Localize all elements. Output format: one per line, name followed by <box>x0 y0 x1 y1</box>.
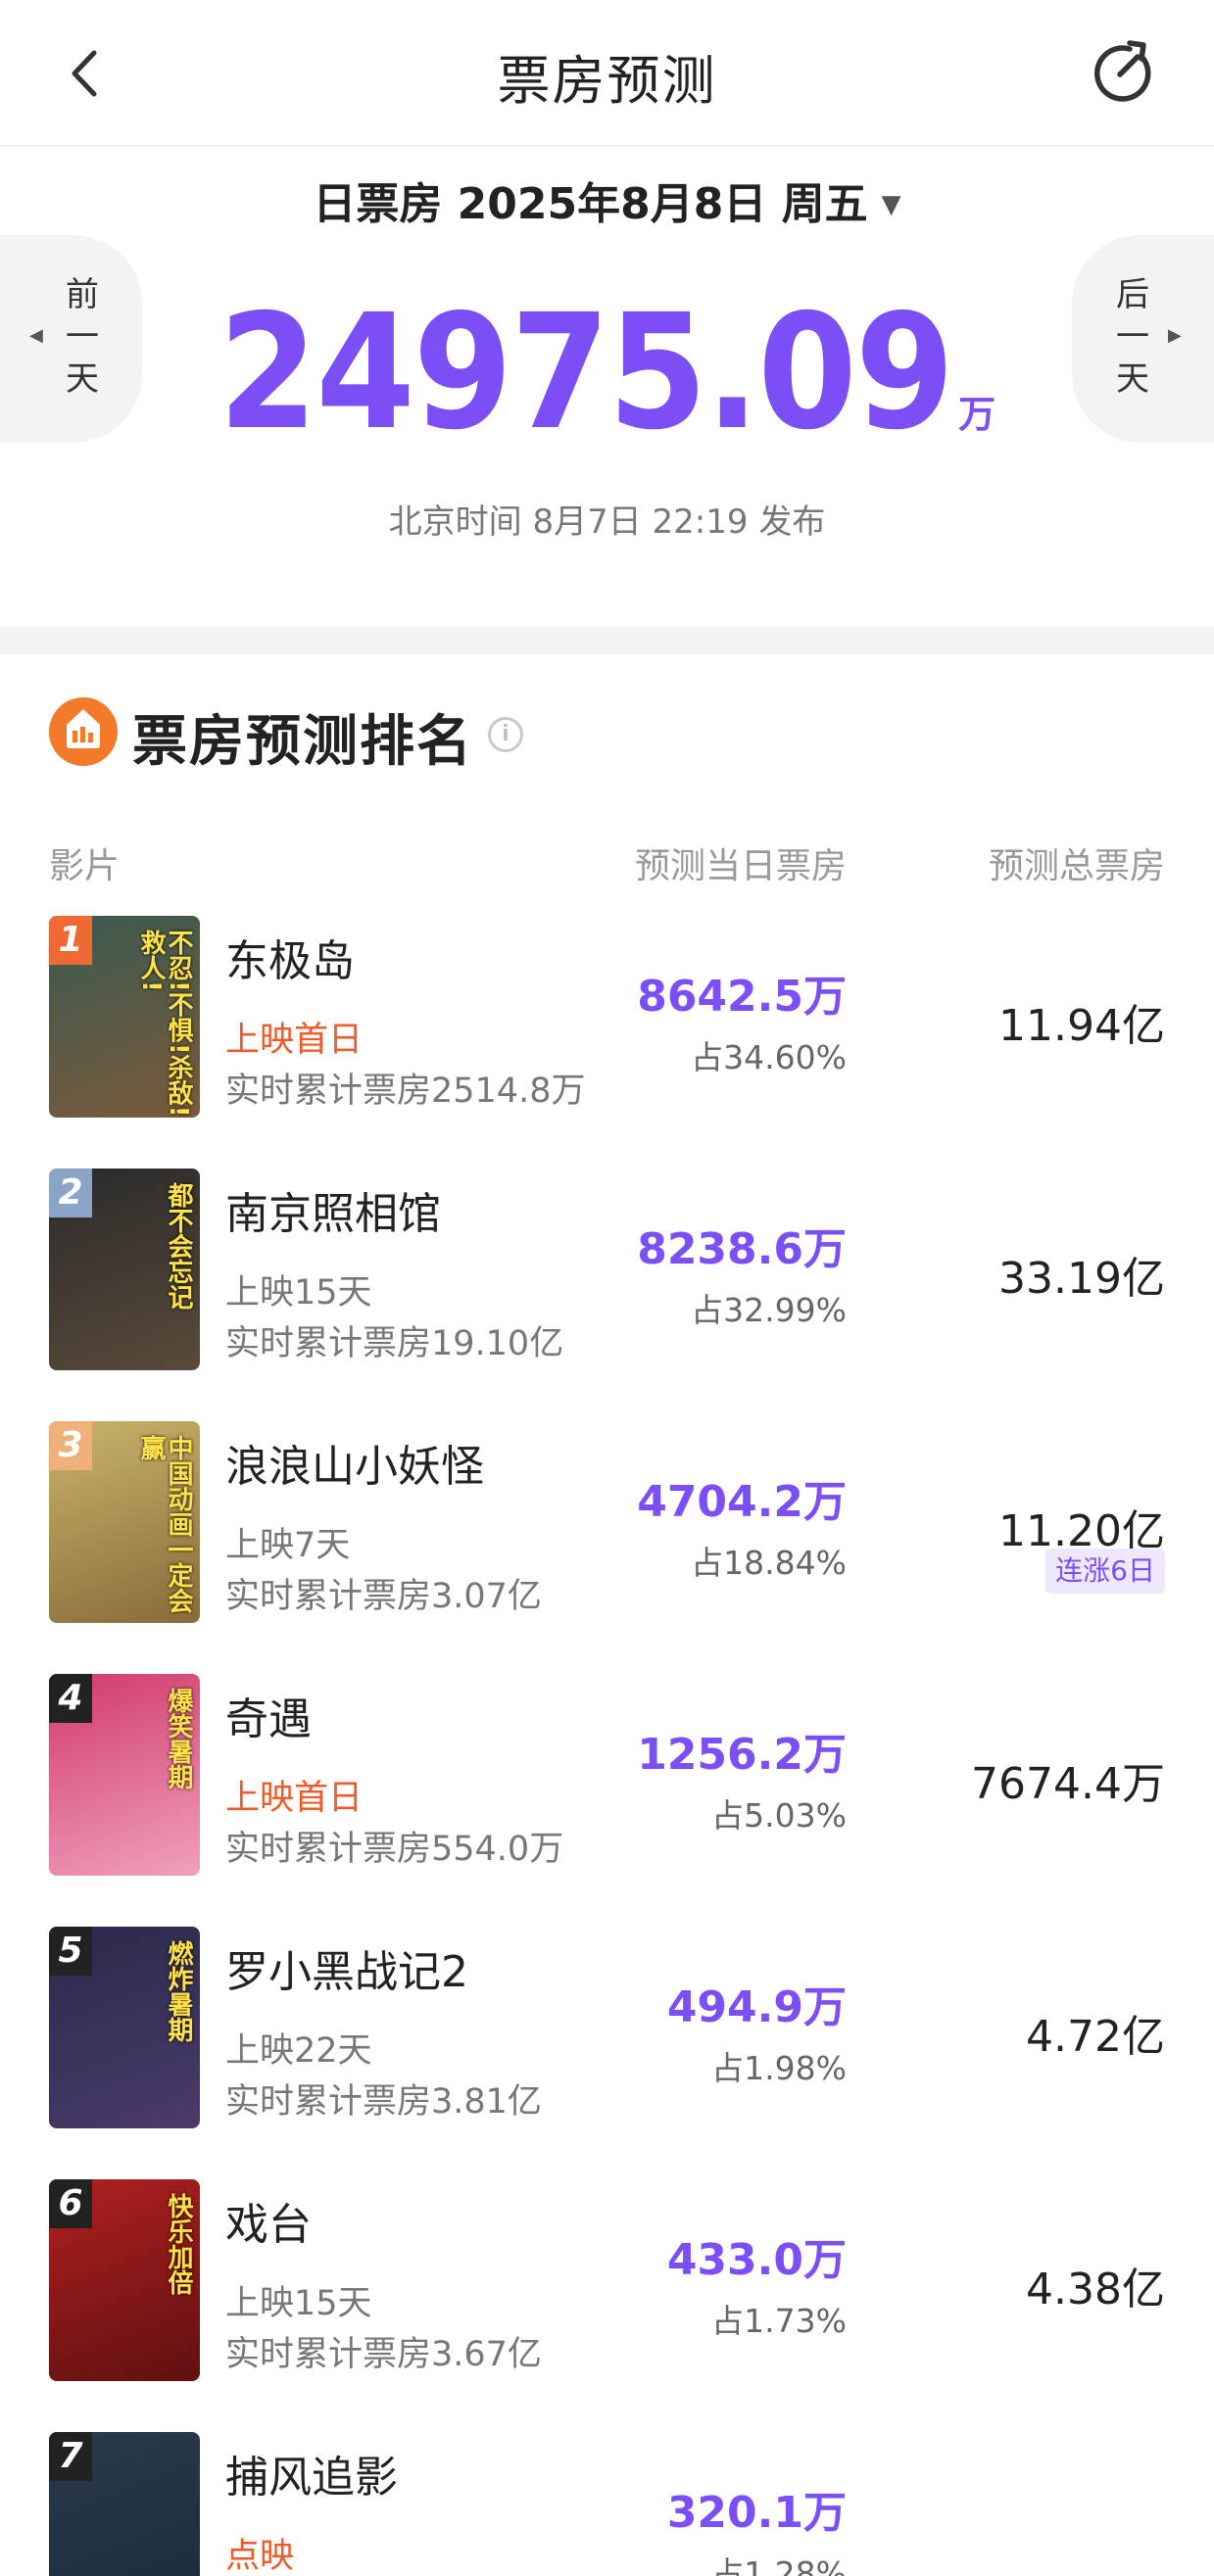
caret-down-icon: ▼ <box>881 190 901 219</box>
film-name: 捕风追影 <box>225 2453 398 2503</box>
release-status: 点映 <box>225 2537 295 2576</box>
film-name: 南京照相馆 <box>225 1189 441 1239</box>
cumulative-box-office: 实时累计票房554.0万 <box>225 1830 564 1869</box>
streak-badge: 连涨6日 <box>1045 1549 1165 1594</box>
movie-poster[interactable]: 中国动画一定会赢 3 <box>49 1421 200 1623</box>
forecast-share: 占1.98% <box>711 2049 847 2087</box>
poster-tagline: 燃炸暑期 <box>164 1940 193 2042</box>
total-forecast-unit: 万 <box>958 393 996 436</box>
forecast-day-box: 433.0万 <box>666 2235 847 2285</box>
cumulative-box-office: 实时累计票房3.07亿 <box>225 1577 542 1616</box>
date-selector[interactable]: 日票房 2025年8月8日 周五 ▼ <box>0 168 1214 231</box>
film-name: 奇遇 <box>225 1694 312 1744</box>
forecast-total-box: 4.38亿 <box>1026 2265 1165 2314</box>
total-forecast: 24975.09 万 <box>0 294 1214 453</box>
release-status: 上映15天 <box>225 1273 372 1312</box>
forecast-day-box: 320.1万 <box>666 2488 847 2538</box>
film-name: 罗小黑战记2 <box>225 1947 468 1997</box>
ranking-list: 不忍!不惧!杀敌!救人! 1 东极岛 上映首日 实时累计票房2514.8万 8642.5万… <box>0 916 1214 2576</box>
app-header: 票房预测 <box>0 0 1214 147</box>
forecast-share: 占32.99% <box>691 1291 847 1329</box>
cumulative-box-office: 实时累计票房3.67亿 <box>225 2335 542 2374</box>
rank-badge: 6 <box>49 2179 92 2228</box>
publish-time: 北京时间 8月7日 22:19 发布 <box>388 502 826 542</box>
rank-badge: 4 <box>49 1674 92 1723</box>
forecast-total-box: 7674.4万 <box>971 1759 1165 1809</box>
forecast-share: 占1.73% <box>711 2302 847 2340</box>
column-film: 影片 <box>49 846 121 886</box>
table-row[interactable]: 燃炸暑期 5 罗小黑战记2 上映22天实时累计票房3.81亿 494.9万占1.98% 4… <box>0 1927 1214 2179</box>
table-row[interactable]: 快乐加倍 6 戏台上映15天实时累计票房3.67亿 433.0万占1.73% 4.38亿 <box>0 2179 1214 2432</box>
section-divider <box>0 627 1214 654</box>
ticket-icon <box>49 697 118 766</box>
table-row[interactable]: 7 捕风追影点映 320.1万占1.28% <box>0 2432 1214 2576</box>
release-status: 上映22天 <box>225 2031 372 2071</box>
film-name: 浪浪山小妖怪 <box>225 1442 484 1492</box>
forecast-day-box: 494.9万 <box>666 1982 847 2032</box>
rank-badge: 3 <box>49 1421 92 1470</box>
release-status: 上映首日 <box>225 1779 364 1818</box>
rank-badge: 1 <box>49 916 92 965</box>
rank-badge: 2 <box>49 1169 92 1217</box>
table-row[interactable]: 都不会忘记 2 南京照相馆上映15天实时累计票房19.10亿 8238.6万占32.9… <box>0 1169 1214 1421</box>
forecast-total-box: 4.72亿 <box>1026 2012 1165 2062</box>
film-name: 戏台 <box>225 2200 312 2250</box>
forecast-day-box: 8642.5万 <box>637 972 847 1022</box>
total-forecast-value: 24975.09 <box>218 281 954 465</box>
movie-poster[interactable]: 不忍!不惧!杀敌!救人! 1 <box>49 916 200 1118</box>
movie-poster[interactable]: 都不会忘记 2 <box>49 1169 200 1370</box>
film-name: 东极岛 <box>225 936 355 986</box>
poster-tagline: 爆笑暑期 <box>164 1688 193 1789</box>
cumulative-box-office: 实时累计票房3.81亿 <box>225 2082 542 2122</box>
forecast-total-box: 11.94亿 <box>998 1001 1165 1051</box>
table-row[interactable]: 不忍!不惧!杀敌!救人! 1 东极岛上映首日实时累计票房2514.8万 8642.5万… <box>0 916 1214 1169</box>
poster-tagline: 不忍!不惧!杀敌!救人! <box>136 930 193 1118</box>
forecast-share: 占18.84% <box>691 1544 847 1582</box>
page-title: 票房预测 <box>497 50 717 112</box>
forecast-share: 占1.28% <box>711 2554 847 2576</box>
forecast-day-box: 1256.2万 <box>637 1730 847 1780</box>
table-row[interactable]: 爆笑暑期 4 奇遇上映首日实时累计票房554.0万 1256.2万占5.03% 7674… <box>0 1674 1214 1927</box>
poster-tagline: 中国动画一定会赢 <box>136 1435 193 1613</box>
movie-poster[interactable]: 爆笑暑期 4 <box>49 1674 200 1876</box>
date-label: 日票房 2025年8月8日 周五 <box>313 179 868 229</box>
refresh-icon[interactable] <box>1087 37 1157 108</box>
poster-tagline: 都不会忘记 <box>164 1182 193 1310</box>
forecast-day-box: 4704.2万 <box>637 1477 847 1527</box>
movie-poster[interactable]: 快乐加倍 6 <box>49 2179 200 2381</box>
poster-tagline: 快乐加倍 <box>164 2193 193 2295</box>
forecast-day-box: 8238.6万 <box>637 1224 847 1274</box>
cumulative-box-office: 实时累计票房2514.8万 <box>225 1072 586 1111</box>
rank-badge: 5 <box>49 1927 92 1976</box>
release-status: 上映7天 <box>225 1526 351 1565</box>
forecast-share: 占5.03% <box>711 1796 847 1835</box>
table-row[interactable]: 中国动画一定会赢 3 浪浪山小妖怪上映7天实时累计票房3.07亿 4704.2万占18… <box>0 1421 1214 1674</box>
movie-poster[interactable]: 燃炸暑期 5 <box>49 1927 200 2128</box>
rank-badge: 7 <box>49 2432 92 2481</box>
info-icon[interactable]: i <box>488 717 523 752</box>
forecast-total-box: 33.19亿 <box>998 1254 1165 1304</box>
cumulative-box-office: 实时累计票房19.10亿 <box>225 1324 564 1363</box>
release-status: 上映首日 <box>225 1021 364 1060</box>
movie-poster[interactable]: 7 <box>49 2432 200 2576</box>
column-day-box: 预测当日票房 <box>634 846 847 886</box>
forecast-share: 占34.60% <box>691 1038 847 1076</box>
release-status: 上映15天 <box>225 2284 372 2323</box>
column-total-box: 预测总票房 <box>988 846 1165 886</box>
section-title: 票房预测排名 <box>132 710 473 774</box>
